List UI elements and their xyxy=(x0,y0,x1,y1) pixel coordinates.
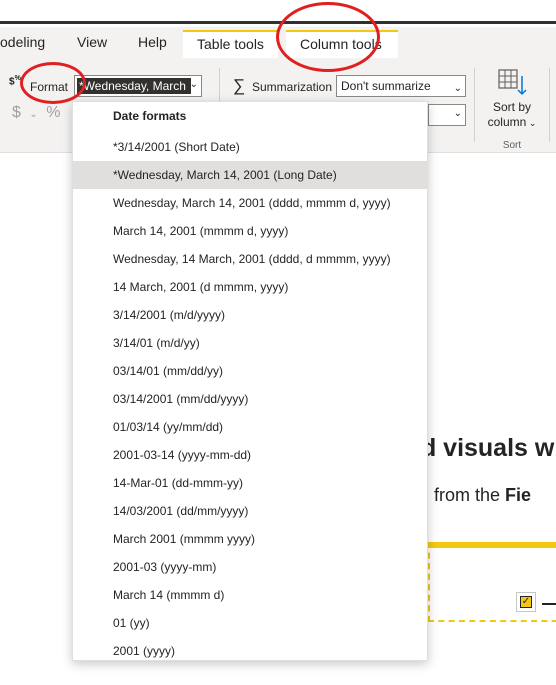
date-format-option[interactable]: 01 (yy) xyxy=(73,609,427,637)
canvas-subheading-prefix: from the xyxy=(434,485,506,505)
date-format-option[interactable]: *Wednesday, March 14, 2001 (Long Date) xyxy=(73,161,427,189)
sigma-icon: ∑ xyxy=(233,76,246,95)
currency-format-icon: $% xyxy=(9,75,21,88)
date-format-option[interactable]: 3/14/2001 (m/d/yyyy) xyxy=(73,301,427,329)
currency-button[interactable]: $ xyxy=(12,104,21,121)
summarization-label: Summarization xyxy=(252,80,333,94)
summarization-value: Don't summarize xyxy=(341,79,431,93)
annotation-circle-column-tools xyxy=(276,2,380,72)
date-format-option[interactable]: 3/14/01 (m/d/yy) xyxy=(73,329,427,357)
date-format-option[interactable]: Wednesday, 14 March, 2001 (dddd, d mmmm,… xyxy=(73,245,427,273)
format-select[interactable]: *Wednesday, March ⌄ xyxy=(74,75,202,97)
date-format-option[interactable]: 2001 (yyyy) xyxy=(73,637,427,665)
dash-line xyxy=(542,603,556,605)
tab-table-tools[interactable]: Table tools xyxy=(183,30,278,58)
date-format-option[interactable]: March 2001 (mmmm yyyy) xyxy=(73,525,427,553)
canvas-subheading: from the Fie xyxy=(434,485,531,506)
data-category-select[interactable]: ⌄ xyxy=(428,104,466,126)
sort-label-line2: column xyxy=(487,115,527,129)
chevron-down-icon: ⌄ xyxy=(453,108,462,119)
date-format-option[interactable]: 14 March, 2001 (d mmmm, yyyy) xyxy=(73,273,427,301)
date-format-list: *3/14/2001 (Short Date) *Wednesday, March… xyxy=(73,133,427,665)
date-format-option[interactable]: March 14 (mmmm d) xyxy=(73,581,427,609)
date-format-option[interactable]: 2001-03-14 (yyyy-mm-dd) xyxy=(73,441,427,469)
chevron-down-icon: ⌄ xyxy=(526,118,537,128)
number-format-buttons: $ ⌄ % xyxy=(12,104,60,122)
tab-view[interactable]: View xyxy=(77,34,107,50)
date-format-option[interactable]: 03/14/01 (mm/dd/yy) xyxy=(73,357,427,385)
percent-button[interactable]: % xyxy=(46,104,60,121)
tab-help[interactable]: Help xyxy=(138,34,167,50)
ribbon-separator xyxy=(549,68,550,142)
dropdown-header: Date formats xyxy=(113,109,187,123)
tab-modeling[interactable]: odeling xyxy=(0,34,45,50)
chevron-down-icon: ⌄ xyxy=(453,83,462,94)
currency-dropdown-icon[interactable]: ⌄ xyxy=(29,109,37,120)
canvas-heading: ld visuals w xyxy=(414,434,555,462)
date-format-option[interactable]: 01/03/14 (yy/mm/dd) xyxy=(73,413,427,441)
sort-label-line1: Sort by xyxy=(492,100,531,114)
sort-by-column-button[interactable]: Sort by column ⌄ xyxy=(481,100,543,131)
date-format-dropdown: Date formats *3/14/2001 (Short Date) *Wed… xyxy=(72,101,428,661)
ribbon-separator xyxy=(474,68,475,142)
annotation-circle-format xyxy=(20,62,86,104)
format-selected-value: *Wednesday, March xyxy=(77,78,191,94)
date-format-option[interactable]: 14-Mar-01 (dd-mmm-yy) xyxy=(73,469,427,497)
sort-group-label: Sort xyxy=(502,140,522,151)
title-bar xyxy=(0,0,556,24)
chevron-down-icon: ⌄ xyxy=(189,79,198,90)
canvas-subheading-bold: Fie xyxy=(505,485,532,505)
date-format-option[interactable]: 2001-03 (yyyy-mm) xyxy=(73,553,427,581)
date-format-option[interactable]: 14/03/2001 (dd/mm/yyyy) xyxy=(73,497,427,525)
canvas-illustration-card xyxy=(428,542,556,622)
sort-by-column-icon[interactable] xyxy=(497,68,527,96)
checkbox-icon: ✓ xyxy=(516,592,536,612)
date-format-option[interactable]: 03/14/2001 (mm/dd/yyyy) xyxy=(73,385,427,413)
date-format-option[interactable]: *3/14/2001 (Short Date) xyxy=(73,133,427,161)
summarization-select[interactable]: Don't summarize ⌄ xyxy=(336,75,466,97)
date-format-option[interactable]: Wednesday, March 14, 2001 (dddd, mmmm d,… xyxy=(73,189,427,217)
date-format-option[interactable]: March 14, 2001 (mmmm d, yyyy) xyxy=(73,217,427,245)
